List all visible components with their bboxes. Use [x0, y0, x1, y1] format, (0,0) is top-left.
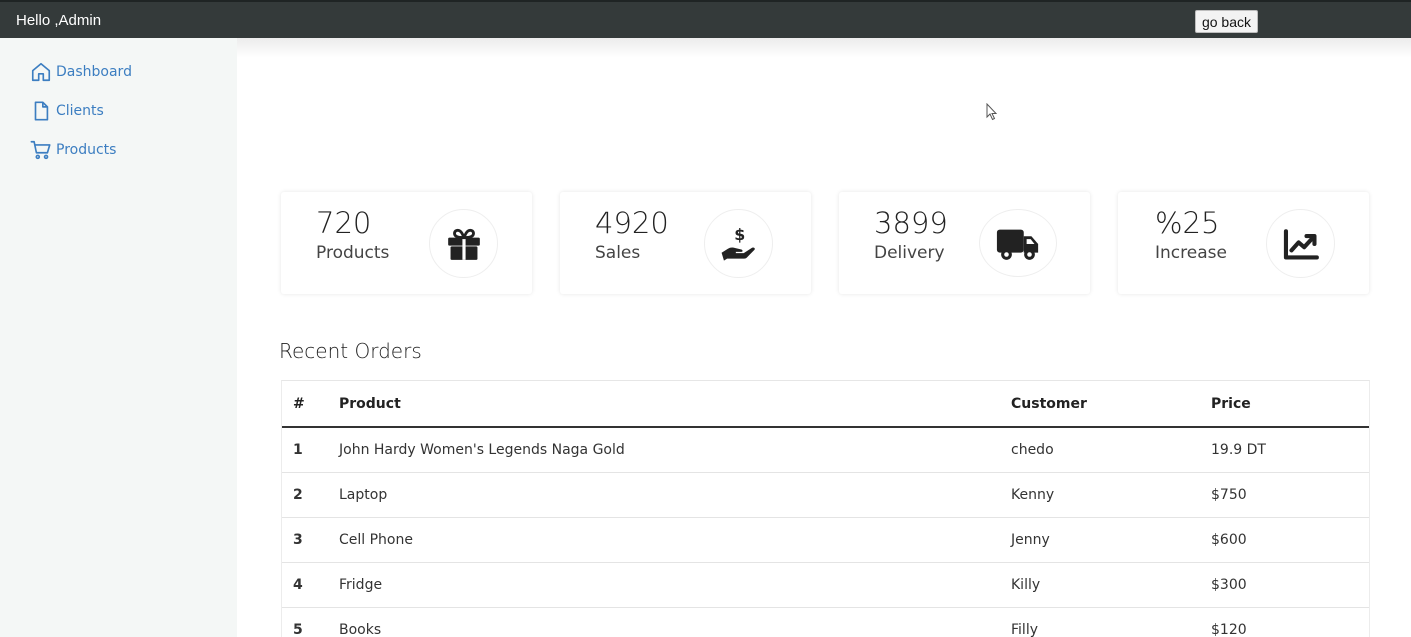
stat-icon-circle: [1266, 209, 1335, 278]
recent-orders-title: Recent Orders: [279, 339, 422, 363]
file-icon: [34, 101, 49, 121]
table-row: 1 John Hardy Women's Legends Naga Gold c…: [282, 428, 1369, 473]
orders-table: # Product Customer Price 1 John Hardy Wo…: [281, 380, 1370, 637]
stat-label: Increase: [1155, 243, 1227, 263]
row-product: Laptop: [339, 487, 388, 503]
sidebar-item-clients[interactable]: Clients: [30, 99, 104, 123]
greeting-text: Hello ,Admin: [16, 12, 102, 29]
row-product: Cell Phone: [339, 532, 413, 548]
row-number: 1: [293, 442, 303, 458]
stat-label: Delivery: [874, 243, 945, 263]
sidebar-item-dashboard[interactable]: Dashboard: [30, 60, 132, 84]
stat-label: Products: [316, 243, 390, 263]
row-product: Books: [339, 622, 382, 637]
mouse-cursor-icon: [986, 103, 998, 121]
stat-value: %25: [1155, 206, 1220, 240]
stat-card-sales: 4920 Sales $: [560, 192, 811, 294]
row-price: $300: [1211, 577, 1247, 593]
row-number: 3: [293, 532, 303, 548]
row-product: Fridge: [339, 577, 383, 593]
table-row: 5 Books Filly $120: [282, 608, 1369, 637]
row-customer: Jenny: [1011, 532, 1050, 548]
hand-dollar-icon: $: [721, 225, 755, 261]
chart-line-icon: [1283, 228, 1319, 260]
table-row: 2 Laptop Kenny $750: [282, 473, 1369, 518]
stat-value: 720: [316, 206, 372, 240]
sidebar-item-label: Products: [56, 142, 117, 158]
gift-icon: [447, 228, 480, 260]
row-number: 2: [293, 487, 303, 503]
row-price: $750: [1211, 487, 1247, 503]
stat-icon-circle: $: [704, 209, 773, 278]
row-price: 19.9 DT: [1211, 442, 1266, 458]
row-customer: Kenny: [1011, 487, 1055, 503]
go-back-button[interactable]: go back: [1195, 10, 1258, 33]
home-icon: [31, 62, 51, 82]
column-header-customer: Customer: [1011, 395, 1087, 412]
stat-icon-circle: [979, 209, 1057, 277]
stat-value: 3899: [874, 206, 948, 240]
stat-value: 4920: [595, 206, 669, 240]
column-header-price: Price: [1211, 395, 1251, 412]
row-number: 5: [293, 622, 303, 637]
stat-icon-circle: [429, 209, 498, 278]
row-product: John Hardy Women's Legends Naga Gold: [339, 442, 625, 458]
sidebar: Dashboard Clients Products: [0, 38, 237, 637]
truck-icon: [996, 229, 1039, 260]
sidebar-item-label: Clients: [56, 103, 104, 119]
row-customer: chedo: [1011, 442, 1054, 458]
column-header-number: #: [293, 395, 305, 412]
cart-icon: [30, 140, 51, 160]
table-row: 3 Cell Phone Jenny $600: [282, 518, 1369, 563]
sidebar-item-products[interactable]: Products: [30, 138, 116, 162]
stat-label: Sales: [595, 243, 641, 263]
column-header-product: Product: [339, 395, 401, 412]
row-price: $120: [1211, 622, 1247, 637]
stat-card-increase: %25 Increase: [1118, 192, 1369, 294]
table-header-row: # Product Customer Price: [282, 381, 1369, 428]
main-header-shadow: [237, 38, 1411, 58]
stat-card-products: 720 Products: [281, 192, 532, 294]
row-customer: Killy: [1011, 577, 1041, 593]
svg-text:$: $: [734, 225, 745, 244]
table-row: 4 Fridge Killy $300: [282, 563, 1369, 608]
stat-card-delivery: 3899 Delivery: [839, 192, 1090, 294]
row-price: $600: [1211, 532, 1247, 548]
row-customer: Filly: [1011, 622, 1038, 637]
row-number: 4: [293, 577, 303, 593]
top-bar: Hello ,Admin go back: [0, 0, 1411, 38]
sidebar-item-label: Dashboard: [56, 64, 132, 80]
